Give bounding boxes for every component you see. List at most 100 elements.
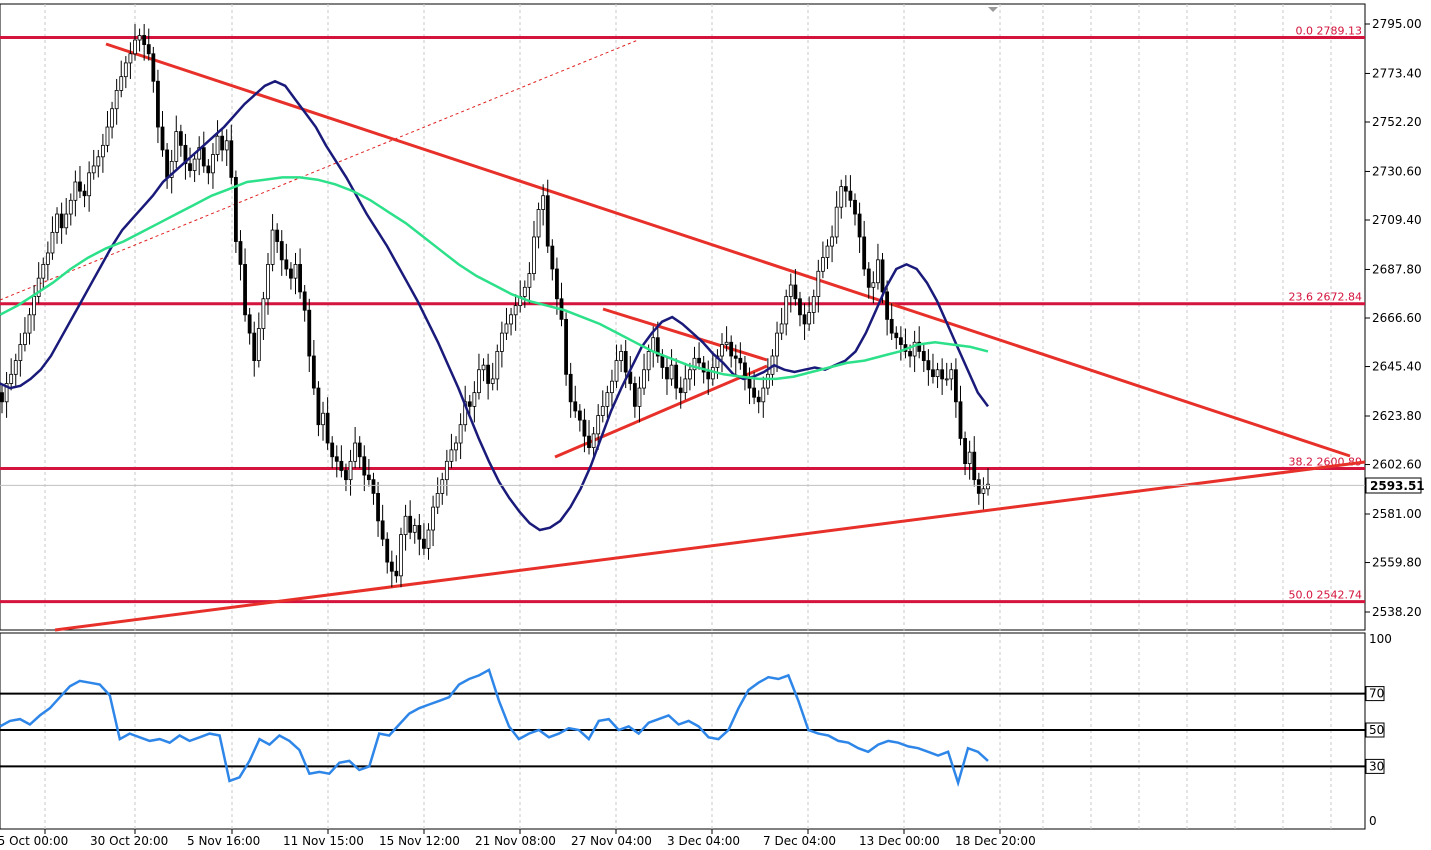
candle-body	[32, 296, 37, 316]
candle-body	[426, 529, 431, 549]
candle-body	[266, 264, 270, 300]
candle-body	[931, 369, 935, 378]
candle-body	[91, 165, 96, 174]
candle-body	[156, 80, 160, 128]
candle-body	[926, 360, 931, 371]
last-price-tag: 2593.51	[1365, 477, 1425, 494]
candle-body	[958, 401, 963, 439]
candle-body	[885, 291, 890, 320]
rsi-tick-label: 30	[1369, 759, 1384, 773]
candle-body	[807, 312, 812, 325]
candle-body	[165, 149, 169, 178]
candle-body	[110, 108, 114, 128]
candle-body	[976, 479, 981, 494]
candle-body	[944, 378, 949, 381]
candle-body	[816, 270, 821, 297]
candle-body	[894, 332, 899, 339]
price-tick-label: 2795.00	[1372, 17, 1422, 31]
candle-body	[697, 357, 701, 364]
candle-body	[142, 35, 147, 46]
candle-body	[504, 323, 509, 334]
candle-body	[600, 405, 605, 416]
time-tick-label: 13 Dec 00:00	[859, 834, 940, 848]
main-pane	[0, 3, 1366, 631]
candle-body	[211, 154, 215, 174]
candle-body	[389, 561, 394, 572]
candle-body	[174, 131, 179, 162]
candle-body	[747, 378, 752, 389]
candle-body	[481, 364, 486, 371]
price-tick-label: 2538.20	[1372, 605, 1422, 619]
candle-body	[536, 209, 541, 238]
candle-body	[311, 355, 316, 389]
candle-body	[50, 231, 55, 254]
candle-body	[394, 570, 399, 577]
candle-body	[953, 369, 958, 403]
candle-body	[59, 213, 64, 229]
time-axis: 25 Oct 00:00 30 Oct 20:00 5 Nov 16:00 11 No…	[0, 829, 1036, 848]
candle-body	[761, 387, 766, 403]
candle-body	[243, 264, 247, 316]
candle-body	[220, 135, 225, 151]
candle-body	[651, 337, 656, 352]
candle-body	[9, 373, 14, 384]
candle-body	[605, 392, 610, 407]
candle-body	[366, 474, 371, 481]
candle-body	[522, 286, 527, 297]
price-tick-label: 2687.80	[1372, 262, 1422, 276]
candle-body	[201, 147, 206, 167]
candle-body	[866, 268, 871, 288]
candle-body	[610, 380, 614, 394]
candle-body	[669, 364, 674, 380]
candle-body	[325, 412, 330, 444]
candle-body	[555, 268, 559, 300]
price-tick-label: 2645.40	[1372, 360, 1422, 374]
candle-body	[564, 318, 568, 375]
candle-body	[981, 488, 986, 494]
candle-body	[330, 442, 335, 458]
rsi-tick-label: 0	[1369, 814, 1377, 828]
time-tick-label: 30 Oct 20:00	[90, 834, 168, 848]
candle-body	[385, 538, 390, 563]
candle-body	[853, 199, 857, 215]
candle-body	[133, 39, 137, 55]
time-tick-label: 27 Nov 04:00	[571, 834, 652, 848]
candle-body	[843, 186, 848, 192]
candle-body	[678, 387, 683, 394]
candle-body	[798, 298, 802, 316]
candle-body	[637, 387, 642, 407]
candle-body	[293, 264, 298, 279]
time-tick-label: 7 Dec 04:00	[763, 834, 836, 848]
candle-body	[13, 360, 18, 375]
candle-body	[706, 371, 711, 380]
candle-body	[683, 378, 688, 394]
candle-body	[371, 479, 376, 494]
candle-body	[192, 158, 197, 171]
candle-body	[334, 456, 339, 462]
candle-body	[756, 396, 761, 403]
candle-body	[967, 451, 972, 465]
candle-body	[18, 344, 23, 361]
price-tick-label: 2559.80	[1372, 556, 1422, 570]
candle-body	[545, 195, 550, 247]
candle-body	[403, 515, 408, 536]
candle-body	[298, 264, 302, 293]
candle-body	[229, 140, 234, 178]
candle-body	[509, 314, 513, 325]
candle-body	[490, 378, 495, 384]
candle-body	[908, 351, 912, 357]
candle-body	[422, 538, 426, 549]
candle-body	[307, 309, 312, 357]
price-tick-label: 2602.60	[1372, 458, 1422, 472]
candle-body	[665, 367, 669, 380]
candle-body	[96, 156, 101, 167]
candle-body	[64, 213, 69, 229]
candle-body	[449, 449, 454, 462]
candle-body	[857, 213, 862, 238]
candle-body	[568, 373, 573, 403]
candle-body	[486, 364, 491, 384]
candle-body	[775, 332, 779, 357]
candle-body	[55, 213, 59, 233]
candle-body	[513, 305, 518, 316]
time-tick-label: 15 Nov 12:00	[379, 834, 460, 848]
